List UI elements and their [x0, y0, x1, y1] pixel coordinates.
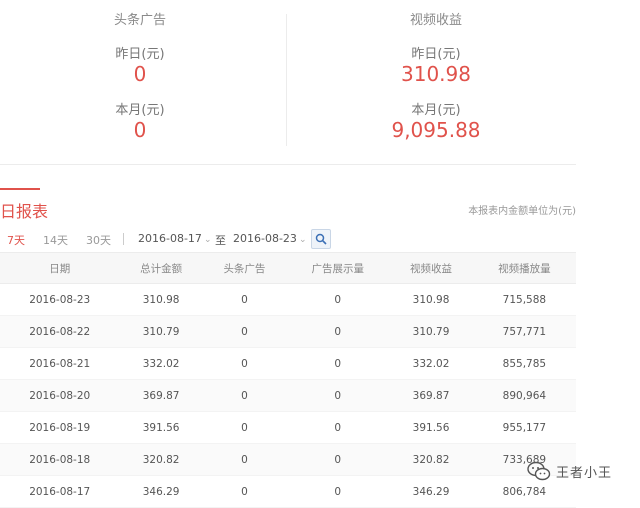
cell-impressions: 0	[286, 347, 390, 380]
cell-ads: 0	[202, 475, 287, 508]
cell-ads: 0	[202, 347, 287, 380]
date-from-picker[interactable]: 2016-08-17 ⌄	[138, 232, 211, 245]
cell-date: 2016-08-18	[0, 443, 120, 476]
cell-video-revenue: 320.82	[389, 443, 473, 476]
daily-report-table: 日期 总计金额 头条广告 广告展示量 视频收益 视频播放量 2016-08-23…	[0, 252, 576, 508]
table-row: 2016-08-23 310.98 0 0 310.98 715,588	[0, 283, 576, 316]
watermark-text: 王者小王	[556, 466, 613, 481]
cell-video-revenue: 346.29	[389, 475, 473, 508]
cell-impressions: 0	[286, 283, 390, 316]
cell-total: 346.29	[119, 475, 203, 508]
report-unit-note: 本报表内金额单位为(元)	[468, 206, 576, 217]
table-row: 2016-08-19 391.56 0 0 391.56 955,177	[0, 411, 576, 444]
video-yesterday-label: 昨日(元)	[411, 47, 461, 62]
header-toutiao-ads: 头条广告	[202, 252, 287, 284]
cell-ads: 0	[202, 283, 287, 316]
cell-ads: 0	[202, 379, 287, 412]
table-row: 2016-08-22 310.79 0 0 310.79 757,771	[0, 315, 576, 348]
cell-video-plays: 955,177	[472, 411, 576, 444]
cell-impressions: 0	[286, 379, 390, 412]
report-tab-indicator	[0, 188, 40, 190]
cell-video-plays: 890,964	[472, 379, 576, 412]
cell-total: 310.98	[119, 283, 203, 316]
chevron-down-icon: ⌄	[298, 235, 307, 245]
cell-video-plays: 715,588	[472, 283, 576, 316]
cell-total: 369.87	[119, 379, 203, 412]
cell-ads: 0	[202, 443, 287, 476]
table-row: 2016-08-17 346.29 0 0 346.29 806,784	[0, 475, 576, 508]
period-14-days[interactable]: 14天	[43, 232, 68, 248]
video-yesterday-value: 310.98	[401, 62, 471, 86]
report-toolbar: 7天 14天 30天 2016-08-17 ⌄ 至 2016-08-23 ⌄	[0, 226, 576, 250]
cell-date: 2016-08-17	[0, 475, 120, 508]
toutiao-month-label: 本月(元)	[115, 103, 165, 118]
cell-video-revenue: 310.79	[389, 315, 473, 348]
toutiao-month-value: 0	[133, 118, 147, 142]
period-7-days[interactable]: 7天	[7, 232, 25, 248]
table-row: 2016-08-20 369.87 0 0 369.87 890,964	[0, 379, 576, 412]
summary-panel: 头条广告 昨日(元) 0 本月(元) 0 视频收益 昨日(元) 310.98 本…	[0, 0, 576, 164]
header-video-plays: 视频播放量	[472, 252, 576, 284]
table-header-row: 日期 总计金额 头条广告 广告展示量 视频收益 视频播放量	[0, 252, 576, 284]
summary-divider	[286, 14, 287, 146]
cell-video-revenue: 310.98	[389, 283, 473, 316]
date-range-to-label: 至	[215, 234, 226, 247]
period-30-days[interactable]: 30天	[86, 232, 111, 248]
cell-impressions: 0	[286, 443, 390, 476]
cell-video-revenue: 391.56	[389, 411, 473, 444]
chevron-down-icon: ⌄	[203, 235, 212, 245]
header-date: 日期	[0, 252, 120, 284]
video-revenue-title: 视频收益	[409, 13, 462, 28]
cell-ads: 0	[202, 411, 287, 444]
cell-total: 320.82	[119, 443, 203, 476]
cell-impressions: 0	[286, 475, 390, 508]
toutiao-yesterday-value: 0	[133, 62, 147, 86]
search-button[interactable]	[311, 229, 331, 249]
search-icon	[315, 233, 327, 245]
video-month-label: 本月(元)	[411, 103, 461, 118]
header-ad-impressions: 广告展示量	[286, 252, 390, 284]
report-title[interactable]: 日报表	[0, 198, 48, 222]
cell-video-plays: 757,771	[472, 315, 576, 348]
watermark: 王者小王	[526, 458, 636, 484]
toutiao-yesterday-label: 昨日(元)	[115, 47, 165, 62]
date-from-value: 2016-08-17	[138, 232, 202, 245]
header-total-amount: 总计金额	[119, 252, 203, 284]
toutiao-ads-title: 头条广告	[113, 13, 166, 28]
video-month-value: 9,095.88	[391, 118, 481, 142]
cell-total: 391.56	[119, 411, 203, 444]
date-to-value: 2016-08-23	[233, 232, 297, 245]
cell-impressions: 0	[286, 411, 390, 444]
section-divider	[0, 164, 576, 165]
header-video-revenue: 视频收益	[389, 252, 473, 284]
table-row: 2016-08-18 320.82 0 0 320.82 733,689	[0, 443, 576, 476]
cell-impressions: 0	[286, 315, 390, 348]
cell-date: 2016-08-19	[0, 411, 120, 444]
cell-ads: 0	[202, 315, 287, 348]
cell-video-revenue: 369.87	[389, 379, 473, 412]
cell-total: 332.02	[119, 347, 203, 380]
wechat-icon	[527, 461, 551, 481]
cell-total: 310.79	[119, 315, 203, 348]
cell-video-revenue: 332.02	[389, 347, 473, 380]
cell-date: 2016-08-22	[0, 315, 120, 348]
cell-video-plays: 855,785	[472, 347, 576, 380]
table-row: 2016-08-21 332.02 0 0 332.02 855,785	[0, 347, 576, 380]
toolbar-separator	[123, 233, 124, 245]
cell-date: 2016-08-23	[0, 283, 120, 316]
cell-date: 2016-08-21	[0, 347, 120, 380]
date-to-picker[interactable]: 2016-08-23 ⌄	[233, 232, 306, 245]
cell-date: 2016-08-20	[0, 379, 120, 412]
